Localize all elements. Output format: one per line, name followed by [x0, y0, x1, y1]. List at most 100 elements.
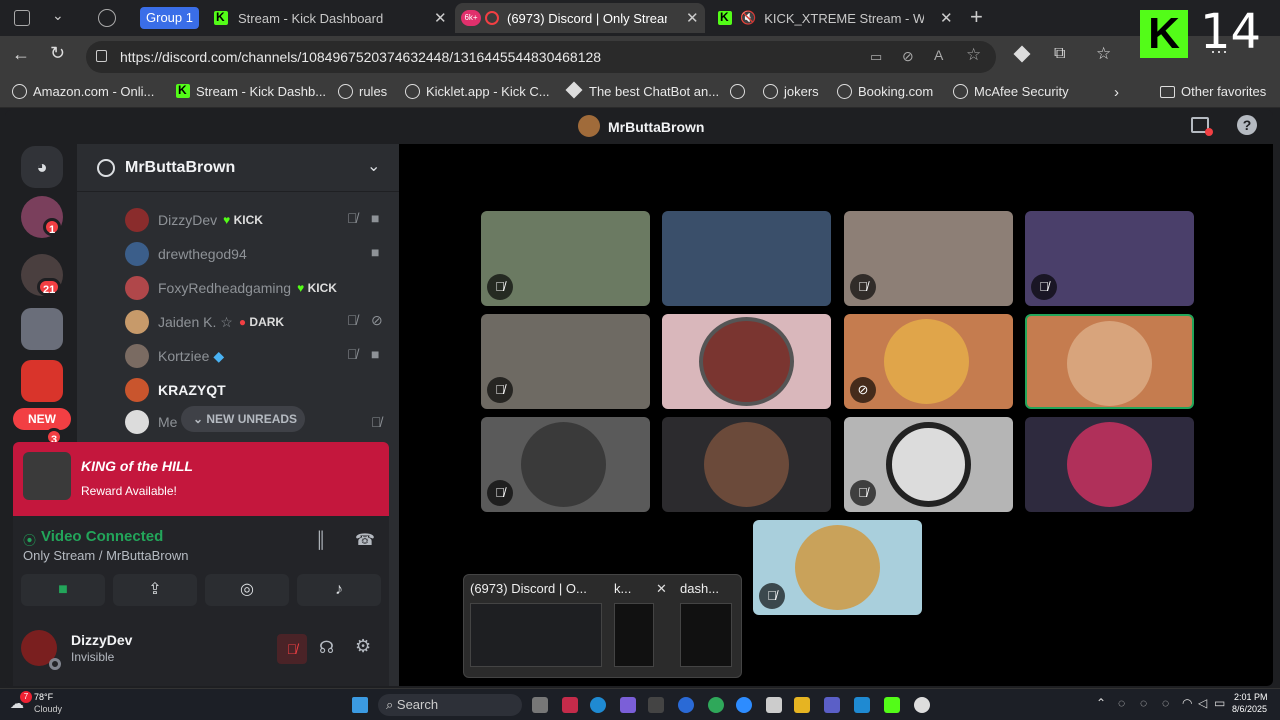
extensions-icon[interactable]: ⧉: [1054, 45, 1065, 63]
chrome-icon[interactable]: [708, 697, 724, 713]
voice-member[interactable]: drewthegod94: [125, 240, 385, 268]
server-header[interactable]: MrButtaBrown ⌄: [77, 144, 399, 192]
favorite-star-icon[interactable]: ☆: [966, 45, 981, 65]
file-explorer-icon[interactable]: [794, 697, 810, 713]
back-icon[interactable]: ←: [12, 44, 30, 65]
globe-icon[interactable]: [98, 9, 116, 27]
preview-dashboard[interactable]: dash...: [678, 581, 740, 671]
help-icon[interactable]: ?: [1237, 115, 1257, 135]
bookmark-jokers[interactable]: jokers: [763, 84, 819, 99]
app-icon[interactable]: [678, 697, 694, 713]
kick-icon[interactable]: [884, 697, 900, 713]
zoom-icon[interactable]: [736, 697, 752, 713]
refresh-icon[interactable]: ↻: [50, 43, 65, 64]
signal-icon[interactable]: ⦿: [23, 530, 36, 549]
teams-icon[interactable]: [824, 697, 840, 713]
task-view-icon[interactable]: [532, 697, 548, 713]
voice-status[interactable]: Video Connected: [41, 528, 163, 545]
server-icon[interactable]: [21, 360, 63, 402]
workspaces-icon[interactable]: [14, 10, 30, 26]
wifi-icon[interactable]: ◠: [1182, 696, 1192, 710]
bookmark-kicklet[interactable]: Kicklet.app - Kick C...: [405, 84, 550, 99]
tray-icon[interactable]: ◌: [1140, 696, 1147, 710]
voice-member[interactable]: KRAZYQT: [125, 376, 385, 404]
video-tile[interactable]: 🎙̸: [844, 211, 1013, 306]
noise-suppression-icon[interactable]: ║: [315, 532, 326, 550]
avatar-tile[interactable]: [1025, 417, 1194, 512]
volume-icon[interactable]: ◁: [1198, 696, 1207, 710]
new-unreads-pill[interactable]: ⌄ NEW UNREADS: [181, 406, 305, 432]
voice-member[interactable]: Jaiden K. ☆ ● DARK: [125, 308, 385, 336]
app-icon[interactable]: [854, 697, 870, 713]
soundboard-button[interactable]: ♪: [297, 574, 381, 606]
server-icon[interactable]: [21, 308, 63, 350]
activities-button[interactable]: ◎: [205, 574, 289, 606]
tab-actions-chevron-icon[interactable]: ⌄: [52, 7, 64, 24]
tab-kick-xtreme[interactable]: 🔇 KICK_XTREME Stream - Watc: [708, 3, 964, 33]
favorites-icon[interactable]: ☆: [1096, 44, 1111, 64]
bookmark-kick[interactable]: Stream - Kick Dashb...: [176, 83, 326, 99]
app-icon[interactable]: [766, 697, 782, 713]
app-icon[interactable]: [648, 697, 664, 713]
tray-icon[interactable]: ◌: [1162, 696, 1169, 710]
other-favorites[interactable]: Other favorites: [1160, 84, 1266, 99]
tab-group-label[interactable]: Group 1: [140, 7, 199, 29]
bookmark-booking[interactable]: Booking.com: [837, 84, 933, 99]
new-tab-icon[interactable]: +: [970, 4, 983, 30]
close-preview-icon[interactable]: ✕: [656, 581, 667, 597]
bookmark-rules[interactable]: rules: [338, 84, 387, 99]
bookmark-amazon[interactable]: Amazon.com - Onli...: [12, 84, 154, 99]
voice-member[interactable]: Kortziee ◆: [125, 342, 385, 370]
lock-icon[interactable]: [96, 50, 107, 62]
app-icon[interactable]: [620, 697, 636, 713]
headphones-icon[interactable]: ☊: [319, 638, 334, 658]
bookmark-chatbot[interactable]: The best ChatBot an...: [565, 81, 719, 99]
video-tile[interactable]: 🎙̸: [481, 417, 650, 512]
avatar-tile[interactable]: 🎙̸: [844, 417, 1013, 512]
avatar-tile-speaking[interactable]: [1025, 314, 1194, 409]
extension-diamond-icon[interactable]: [1013, 45, 1031, 63]
tab-discord[interactable]: 6k+ (6973) Discord | Only Stream: [455, 3, 705, 33]
settings-gear-icon[interactable]: ⚙: [355, 636, 371, 657]
voice-member[interactable]: FoxyRedheadgaming ♥ KICK: [125, 274, 385, 302]
camera-button[interactable]: ■: [21, 574, 105, 606]
bookmark-mcafee[interactable]: McAfee Security: [953, 84, 1069, 99]
new-pill[interactable]: NEW: [13, 408, 71, 430]
close-tab-icon[interactable]: ✕: [434, 9, 447, 27]
video-tile[interactable]: 🎙̸: [481, 314, 650, 409]
settings-icon[interactable]: [914, 697, 930, 713]
app-icon[interactable]: [562, 697, 578, 713]
video-tile[interactable]: [662, 211, 831, 306]
share-screen-button[interactable]: ⇪: [113, 574, 197, 606]
mic-muted-icon[interactable]: 🎙̸: [277, 634, 307, 664]
battery-icon[interactable]: ▭: [1214, 696, 1225, 710]
bookmarks-more-icon[interactable]: ›: [1114, 84, 1119, 101]
reward-banner[interactable]: KING of the HILL Reward Available!: [13, 442, 389, 516]
windows-start-icon[interactable]: [352, 697, 368, 713]
bookmark-globe[interactable]: [730, 84, 751, 99]
tracking-prevention-icon[interactable]: ⊘: [902, 48, 914, 65]
clock-date[interactable]: 8/6/2025: [1232, 704, 1267, 714]
address-bar[interactable]: https://discord.com/channels/10849675203…: [86, 41, 996, 73]
muted-speaker-icon[interactable]: 🔇: [740, 10, 756, 26]
edge-icon[interactable]: [590, 697, 606, 713]
read-aloud-icon[interactable]: A: [934, 47, 943, 63]
tray-overflow-icon[interactable]: ⌃: [1096, 696, 1106, 710]
close-tab-icon[interactable]: ✕: [686, 9, 699, 27]
taskbar-search[interactable]: ⌕ Search: [378, 694, 522, 716]
voice-member[interactable]: DizzyDev ♥ KICK: [125, 206, 385, 234]
close-tab-icon[interactable]: ✕: [940, 9, 953, 27]
tray-icon[interactable]: ◌: [1118, 696, 1125, 710]
discord-home-icon[interactable]: ◕: [21, 146, 63, 188]
video-tile[interactable]: 🎙̸: [481, 211, 650, 306]
preview-kick[interactable]: k... ✕: [612, 581, 674, 671]
chevron-down-icon[interactable]: ⌄: [367, 156, 380, 176]
preview-discord[interactable]: (6973) Discord | O...: [468, 581, 606, 671]
disconnect-icon[interactable]: ☎: [355, 530, 375, 550]
avatar-tile[interactable]: [662, 417, 831, 512]
avatar-tile[interactable]: ⊘: [844, 314, 1013, 409]
user-name[interactable]: DizzyDev: [71, 632, 132, 648]
tab-kick-dashboard[interactable]: Stream - Kick Dashboard: [204, 3, 454, 33]
voice-channel[interactable]: Only Stream / MrButtaBrown: [23, 548, 188, 563]
clock-time[interactable]: 2:01 PM: [1234, 692, 1268, 702]
